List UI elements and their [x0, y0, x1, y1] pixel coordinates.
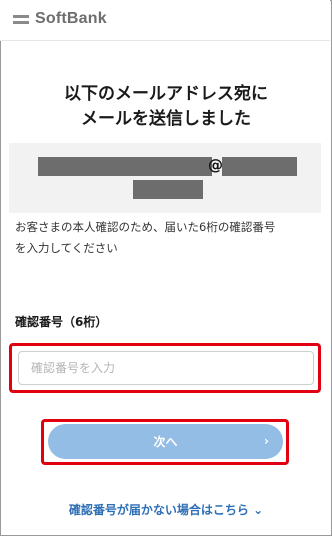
brand-name: SoftBank	[35, 10, 107, 27]
email-mask-local-part	[38, 157, 212, 176]
instruction-line-1: お客さまの本人確認のため、届いた6桁の確認番号	[15, 220, 276, 234]
app-header: SoftBank	[0, 0, 330, 41]
page-title-line-2: メールを送信しました	[81, 109, 251, 129]
email-mask-domain-2	[133, 180, 203, 199]
code-not-received-link[interactable]: 確認番号が届かない場合はこちら ⌄	[0, 501, 332, 518]
next-button-label: 次へ	[153, 435, 178, 449]
chevron-right-icon: ›	[264, 434, 269, 448]
instruction-text: お客さまの本人確認のため、届いた6桁の確認番号 を入力してください	[15, 217, 315, 259]
page-title: 以下のメールアドレス宛に メールを送信しました	[0, 82, 332, 132]
next-button[interactable]: 次へ ›	[48, 424, 283, 459]
masked-email-box: @	[9, 143, 321, 213]
page-title-line-1: 以下のメールアドレス宛に	[64, 84, 268, 104]
verification-code-input[interactable]	[18, 351, 314, 385]
email-mask-domain	[222, 157, 297, 176]
softbank-logo[interactable]: SoftBank	[13, 10, 107, 28]
code-field-label: 確認番号（6桁）	[15, 315, 108, 329]
instruction-line-2: を入力してください	[15, 241, 118, 255]
chevron-down-icon: ⌄	[253, 503, 264, 517]
email-at-sign: @	[208, 156, 223, 174]
softbank-bars-icon	[13, 14, 29, 24]
code-not-received-label: 確認番号が届かない場合はこちら	[68, 503, 249, 517]
